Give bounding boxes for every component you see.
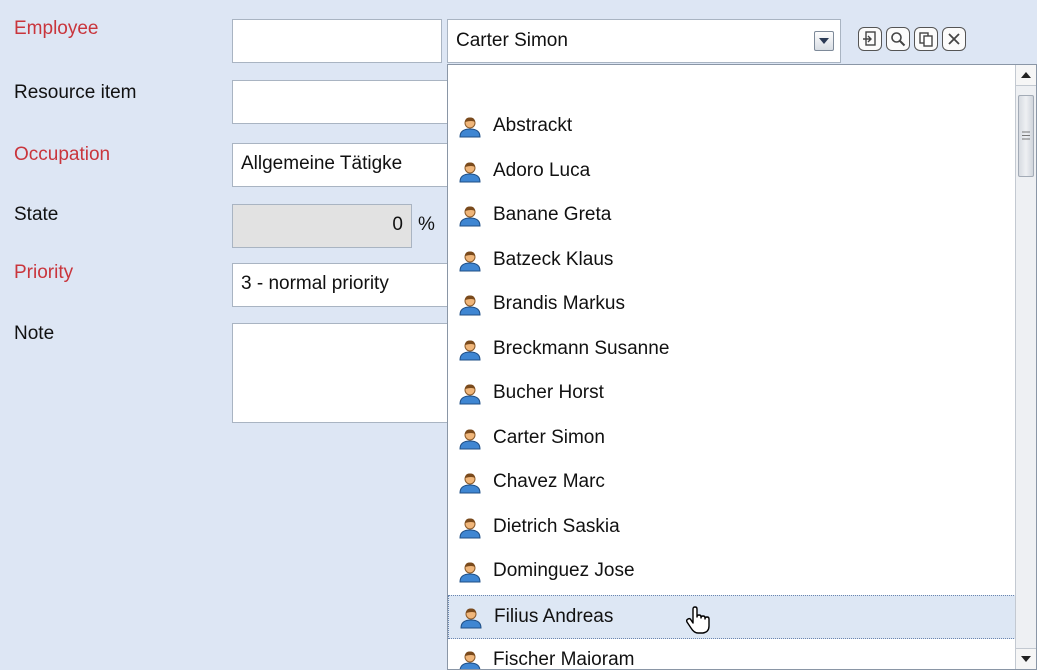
list-item-label: Chavez Marc — [493, 471, 605, 492]
list-item[interactable]: Fischer Maioram — [448, 639, 1016, 670]
person-icon — [458, 294, 482, 322]
list-item-label: Fischer Maioram — [493, 649, 635, 670]
scroll-up-arrow-icon[interactable] — [1016, 65, 1036, 86]
person-icon — [458, 650, 482, 669]
occupation-select[interactable]: Allgemeine Tätigke — [232, 143, 452, 187]
search-icon[interactable] — [886, 27, 910, 51]
list-item[interactable]: Dietrich Saskia — [448, 506, 1016, 550]
list-item-empty[interactable] — [448, 65, 1016, 105]
occupation-label: Occupation — [14, 144, 111, 165]
person-icon — [458, 517, 482, 545]
list-item-label: Dietrich Saskia — [493, 515, 620, 537]
employee-selected-value: Carter Simon — [456, 30, 568, 51]
list-item[interactable]: Filius Andreas — [448, 594, 1016, 639]
person-icon — [458, 250, 482, 278]
list-item-label: Dominguez Jose — [493, 560, 635, 581]
priority-select[interactable]: 3 - normal priority — [232, 263, 452, 307]
list-item-label: Breckmann Susanne — [493, 337, 670, 359]
state-label: State — [14, 204, 59, 225]
list-item[interactable]: Batzeck Klaus — [448, 239, 1016, 283]
chevron-down-icon[interactable] — [814, 31, 834, 51]
list-item[interactable]: Chavez Marc — [448, 461, 1016, 505]
note-label: Note — [14, 323, 55, 344]
person-icon — [458, 116, 482, 144]
list-item-label: Bucher Horst — [493, 382, 604, 403]
list-item[interactable]: Abstrackt — [448, 105, 1016, 149]
list-item-label: Abstrackt — [493, 115, 573, 136]
list-item[interactable]: Bucher Horst — [448, 372, 1016, 416]
person-icon — [458, 339, 482, 367]
employee-combobox[interactable]: Carter Simon — [447, 19, 841, 63]
list-item-label: Carter Simon — [493, 426, 605, 448]
state-value: 0 — [392, 214, 403, 235]
employee-label: Employee — [14, 18, 99, 39]
scroll-down-arrow-icon[interactable] — [1016, 648, 1036, 669]
person-icon — [458, 472, 482, 500]
import-icon[interactable] — [858, 27, 882, 51]
employee-number-input[interactable] — [232, 19, 442, 63]
person-icon — [458, 161, 482, 189]
employee-dropdown-list[interactable]: Abstrackt Adoro Luca Banane Greta Batzeck K… — [447, 64, 1037, 670]
list-item[interactable]: Carter Simon — [448, 417, 1016, 461]
priority-label: Priority — [14, 262, 74, 283]
state-unit: % — [418, 214, 435, 235]
hand-pointer-icon — [685, 606, 719, 642]
list-item[interactable]: Brandis Markus — [448, 283, 1016, 327]
list-item-label: Adoro Luca — [493, 159, 591, 181]
dropdown-scrollbar[interactable] — [1015, 65, 1036, 669]
scrollbar-thumb[interactable] — [1018, 95, 1034, 177]
resource-item-input[interactable] — [232, 80, 452, 124]
occupation-value: Allgemeine Tätigke — [241, 153, 403, 174]
clear-icon[interactable] — [942, 27, 966, 51]
list-item-label: Banane Greta — [493, 204, 612, 225]
list-item[interactable]: Dominguez Jose — [448, 550, 1016, 594]
list-item-label: Batzeck Klaus — [493, 248, 614, 270]
resource-item-label: Resource item — [14, 82, 137, 103]
list-item-label: Brandis Markus — [493, 293, 625, 314]
copy-icon[interactable] — [914, 27, 938, 51]
priority-value: 3 - normal priority — [241, 273, 389, 294]
note-textarea[interactable] — [232, 323, 452, 423]
person-icon — [458, 561, 482, 589]
person-icon — [458, 205, 482, 233]
state-field: 0 — [232, 204, 412, 248]
list-item-label: Filius Andreas — [494, 605, 614, 627]
person-icon — [458, 383, 482, 411]
list-item[interactable]: Adoro Luca — [448, 150, 1016, 194]
list-item[interactable]: Banane Greta — [448, 194, 1016, 238]
list-item[interactable]: Breckmann Susanne — [448, 328, 1016, 372]
person-icon — [459, 607, 483, 635]
person-icon — [458, 428, 482, 456]
